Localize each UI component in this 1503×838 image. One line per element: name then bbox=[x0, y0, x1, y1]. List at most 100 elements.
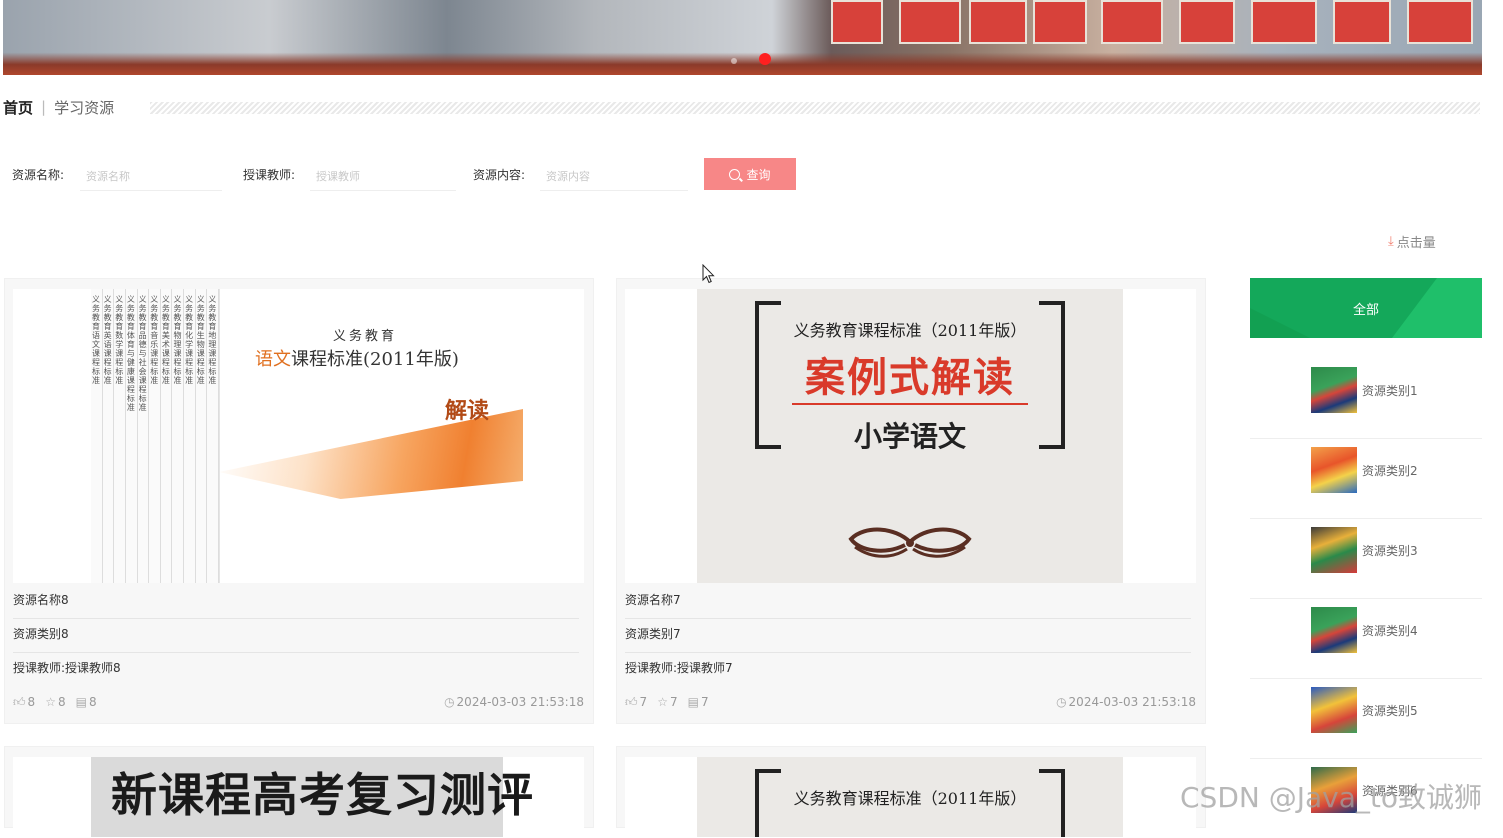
breadcrumb-home[interactable]: 首页 bbox=[3, 97, 33, 118]
header-decoration bbox=[1250, 308, 1310, 338]
spine-text: 义务教育英语课程标准 bbox=[103, 295, 112, 385]
spine-text: 义务教育生物课程标准 bbox=[196, 295, 205, 385]
search-button[interactable]: 查询 bbox=[704, 158, 796, 190]
likes-count: 7 bbox=[639, 695, 648, 709]
resource-category: 资源类别8 bbox=[13, 627, 69, 641]
banner-poster bbox=[1101, 0, 1163, 44]
banner-poster bbox=[831, 0, 883, 44]
category-label: 资源类别5 bbox=[1362, 704, 1418, 718]
category-all[interactable]: 全部 bbox=[1250, 278, 1482, 338]
resource-teacher: 授课教师:授课教师8 bbox=[13, 661, 121, 675]
cover-title: 义务教育课程标准（2011年版） bbox=[793, 789, 1027, 808]
book-front-cover: 新课程高考复习测评 bbox=[91, 757, 533, 837]
book-spine: 义务教育物理课程标准 bbox=[172, 289, 185, 583]
favorites-count: 8 bbox=[57, 695, 66, 709]
resource-card[interactable]: 新课程高考复习测评 bbox=[4, 746, 594, 837]
cover-subtitle: 解读 bbox=[445, 398, 490, 424]
resource-cover[interactable]: 义务教育课程标准（2011年版） 案例式解读 小学语文 bbox=[625, 289, 1196, 583]
spine-text: 义务教育美术课程标准 bbox=[161, 295, 170, 385]
sort-by-clicks[interactable]: ⤓ 点击量 bbox=[1388, 232, 1436, 251]
banner-poster bbox=[969, 0, 1027, 44]
category-thumbnail bbox=[1311, 447, 1357, 493]
header-decoration bbox=[1392, 278, 1482, 338]
category-all-label: 全部 bbox=[1352, 302, 1379, 318]
cover-subtitle: 小学语文 bbox=[853, 420, 966, 453]
resource-name[interactable]: 资源名称8 bbox=[13, 589, 579, 611]
spine-text: 义务教育数学课程标准 bbox=[115, 295, 124, 385]
category-item[interactable]: 资源类别2 bbox=[1250, 438, 1482, 519]
divider bbox=[625, 652, 1191, 653]
likes[interactable]: 👍︎ 8 bbox=[13, 695, 35, 710]
favorites[interactable]: ☆ 7 bbox=[657, 695, 677, 709]
favorites-count: 7 bbox=[669, 695, 678, 709]
comments[interactable]: ▤ 7 bbox=[688, 695, 709, 709]
thumbs-up-icon: 👍︎ bbox=[13, 694, 26, 709]
breadcrumb-separator: | bbox=[41, 98, 47, 116]
category-item[interactable]: 资源类别3 bbox=[1250, 518, 1482, 599]
teacher-input[interactable] bbox=[310, 162, 456, 191]
book-spine: 义务教育语文课程标准 bbox=[91, 289, 103, 583]
thumbs-up-icon: 👍︎ bbox=[625, 694, 638, 709]
cover-title: 义务教育课程标准（2011年版） bbox=[793, 321, 1027, 340]
book-spines: 义务教育语文课程标准 义务教育英语课程标准 义务教育数学课程标准 义务教育体育与… bbox=[91, 289, 220, 583]
carousel-dot[interactable] bbox=[731, 58, 737, 64]
likes[interactable]: 👍︎ 7 bbox=[625, 695, 647, 710]
comments-count: 8 bbox=[88, 695, 97, 709]
resource-category: 资源类别7 bbox=[625, 627, 681, 641]
resource-cover[interactable]: 义务教育课程标准（2011年版） bbox=[625, 757, 1196, 837]
content-label: 资源内容: bbox=[473, 168, 526, 182]
book-spine: 义务教育数学课程标准 bbox=[114, 289, 126, 583]
resource-name-label: 资源名称: bbox=[12, 168, 65, 182]
book-spine: 义务教育地理课程标准 bbox=[207, 289, 220, 583]
banner-poster bbox=[1033, 0, 1087, 44]
category-item[interactable]: 资源类别1 bbox=[1250, 358, 1482, 439]
carousel-dot-active[interactable] bbox=[759, 53, 771, 65]
resource-meta: 👍︎ 8 ☆ 8 ▤ 8 ◷ 2024-03-03 21:53:18 bbox=[13, 692, 584, 712]
resource-card[interactable]: 义务教育课程标准（2011年版） 案例式解读 小学语文 资源名称7 资源类别7 … bbox=[616, 278, 1206, 724]
cover-title-highlight: 语文 bbox=[255, 349, 291, 370]
category-label: 资源类别2 bbox=[1362, 464, 1418, 478]
resource-teacher: 授课教师:授课教师7 bbox=[625, 661, 733, 675]
time-text: 2024-03-03 21:53:18 bbox=[456, 695, 584, 709]
divider bbox=[13, 618, 579, 619]
ornament-icon bbox=[848, 527, 972, 558]
resource-name[interactable]: 资源名称7 bbox=[625, 589, 1191, 611]
category-item[interactable]: 资源类别4 bbox=[1250, 598, 1482, 679]
star-icon: ☆ bbox=[657, 695, 668, 709]
book-front-cover: 义务教育课程标准（2011年版） 案例式解读 小学语文 bbox=[697, 289, 1123, 583]
divider bbox=[625, 618, 1191, 619]
book-spine: 义务教育体育与健康课程标准 bbox=[125, 289, 138, 583]
watermark: CSDN @Java_to致诚狮 bbox=[1180, 781, 1482, 814]
banner-poster bbox=[1333, 0, 1391, 44]
resource-card[interactable]: 义务教育语文课程标准 义务教育英语课程标准 义务教育数学课程标准 义务教育体育与… bbox=[4, 278, 594, 724]
star-icon: ☆ bbox=[45, 695, 56, 709]
spine-text: 义务教育体育与健康课程标准 bbox=[126, 295, 135, 412]
cover-title: 语文课程标准(2011年版) bbox=[255, 345, 459, 371]
resource-cover[interactable]: 义务教育语文课程标准 义务教育英语课程标准 义务教育数学课程标准 义务教育体育与… bbox=[13, 289, 584, 583]
category-item[interactable]: 资源类别5 bbox=[1250, 678, 1482, 759]
book-spine: 义务教育化学课程标准 bbox=[184, 289, 196, 583]
category-thumbnail bbox=[1311, 687, 1357, 733]
favorites[interactable]: ☆ 8 bbox=[45, 695, 65, 709]
resource-meta: 👍︎ 7 ☆ 7 ▤ 7 ◷ 2024-03-03 21:53:18 bbox=[625, 692, 1196, 712]
banner-poster bbox=[1251, 0, 1317, 44]
download-icon: ⤓ bbox=[1388, 234, 1394, 249]
banner-poster bbox=[1407, 0, 1473, 44]
comment-icon: ▤ bbox=[75, 695, 87, 709]
cover-big-title: 案例式解读 bbox=[805, 354, 1015, 401]
spine-text: 义务教育品德与社会课程标准 bbox=[138, 295, 147, 412]
mouse-cursor-icon bbox=[702, 264, 715, 284]
banner-poster bbox=[1179, 0, 1235, 44]
spine-text: 义务教育化学课程标准 bbox=[185, 295, 194, 385]
spine-text: 义务教育音乐课程标准 bbox=[150, 295, 159, 385]
comments-count: 7 bbox=[700, 695, 709, 709]
comments[interactable]: ▤ 8 bbox=[76, 695, 97, 709]
content-input[interactable] bbox=[540, 162, 688, 191]
breadcrumb: 首页 | 学习资源 bbox=[3, 96, 114, 118]
resource-name-input[interactable] bbox=[80, 162, 222, 191]
category-thumbnail bbox=[1311, 607, 1357, 653]
resource-card[interactable]: 义务教育课程标准（2011年版） bbox=[616, 746, 1206, 837]
banner-carousel[interactable] bbox=[3, 0, 1482, 75]
book-spine: 义务教育美术课程标准 bbox=[160, 289, 173, 583]
resource-cover[interactable]: 新课程高考复习测评 bbox=[13, 757, 584, 837]
